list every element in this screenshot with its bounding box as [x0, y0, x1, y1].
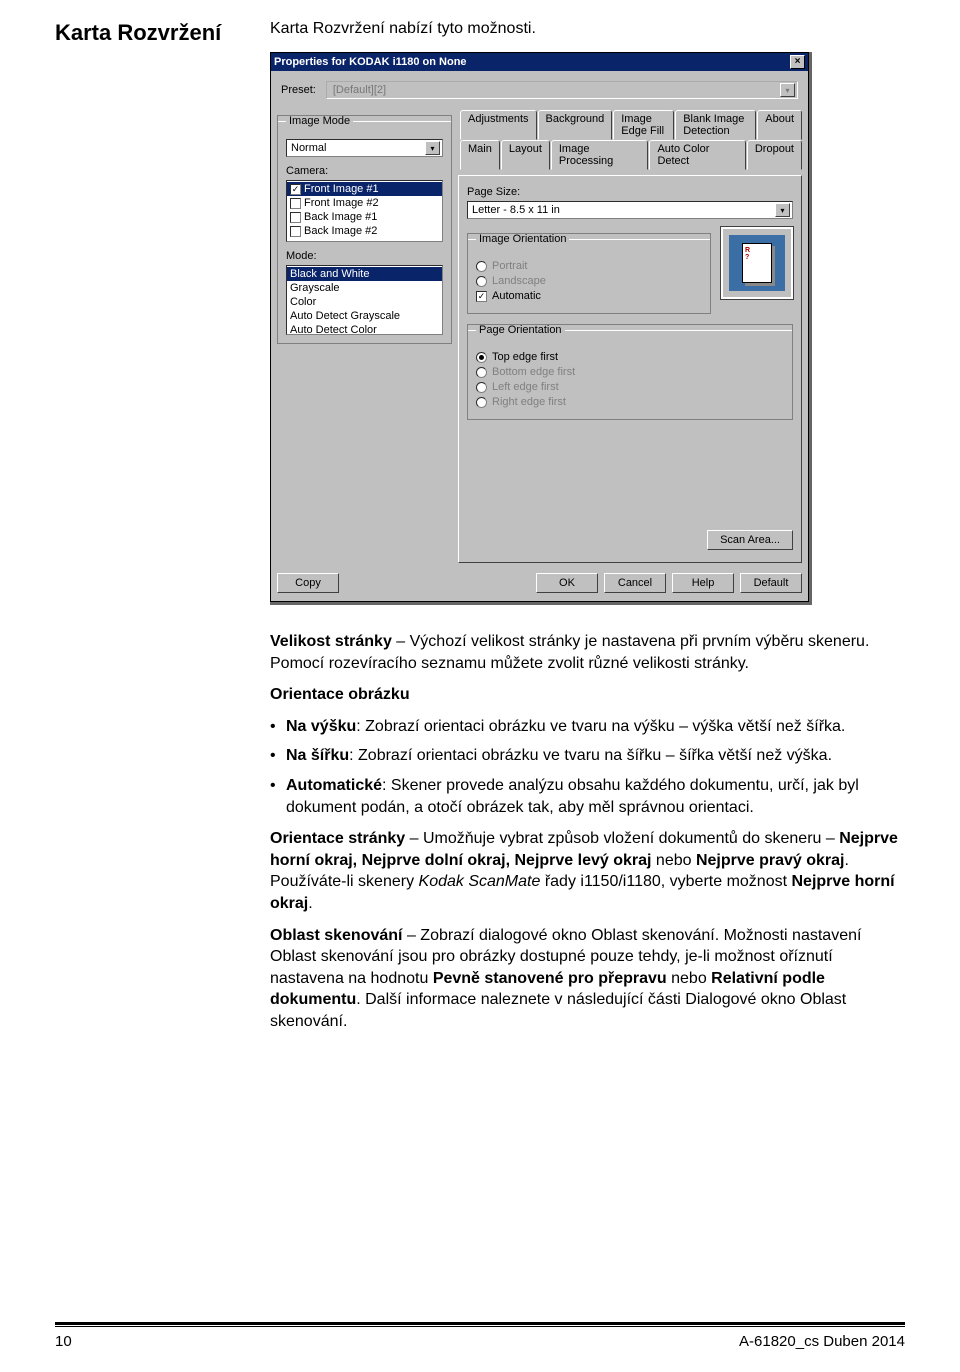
term: Na šířku [286, 747, 349, 764]
intro-text: Karta Rozvržení nabízí tyto možnosti. [270, 20, 905, 38]
orientation-preview: R? [721, 227, 793, 299]
cancel-button[interactable]: Cancel [604, 573, 666, 593]
checkbox-icon[interactable]: ✓ [290, 184, 301, 195]
list-item[interactable]: Black and White [287, 267, 442, 281]
radio-bottom-edge: Bottom edge first [476, 366, 784, 378]
window-title: Properties for KODAK i1180 on None [274, 56, 467, 68]
radio-right-edge: Right edge first [476, 396, 784, 408]
checkbox-icon[interactable]: ✓ [476, 291, 487, 302]
text: . Další informace naleznete v následujíc… [270, 991, 846, 1030]
list-item[interactable]: Back Image #2 [287, 224, 442, 238]
body-text: Velikost stránky – Výchozí velikost strá… [270, 631, 905, 1033]
page-orientation-group: Page Orientation Top edge first Bottom e… [467, 324, 793, 420]
dialog-button-row: Copy OK Cancel Help Default [277, 573, 802, 593]
radio-icon [476, 367, 487, 378]
term: Nejprve pravý okraj [696, 852, 845, 869]
tab-layout[interactable]: Layout [501, 140, 550, 170]
close-icon[interactable]: × [790, 55, 805, 69]
subheading: Orientace obrázku [270, 684, 905, 706]
scan-area-button[interactable]: Scan Area... [707, 530, 793, 550]
camera-listbox[interactable]: ✓Front Image #1 Front Image #2 Back Imag… [286, 180, 443, 242]
help-button[interactable]: Help [672, 573, 734, 593]
text: nebo [651, 852, 695, 869]
checkbox-icon[interactable] [290, 212, 301, 223]
chevron-down-icon[interactable]: ▾ [425, 141, 440, 155]
section-heading: Karta Rozvržení [55, 20, 230, 1043]
page-size-select[interactable]: Letter - 8.5 x 11 in ▾ [467, 201, 793, 219]
tab-background[interactable]: Background [538, 110, 613, 140]
term: Oblast skenování [270, 927, 403, 944]
product-name: Kodak ScanMate [419, 873, 541, 890]
tab-main[interactable]: Main [460, 140, 500, 170]
image-orientation-legend: Image Orientation [476, 233, 569, 245]
radio-icon[interactable] [476, 352, 487, 363]
list-item[interactable]: Grayscale [287, 281, 442, 295]
page-size-value: Letter - 8.5 x 11 in [472, 204, 560, 216]
radio-landscape: Landscape [476, 275, 702, 287]
image-mode-legend: Image Mode [286, 115, 353, 127]
list-item[interactable]: Color [287, 295, 442, 309]
radio-top-edge[interactable]: Top edge first [476, 351, 784, 363]
checkbox-icon[interactable] [290, 226, 301, 237]
radio-icon [476, 261, 487, 272]
text: nebo [667, 970, 711, 987]
page-orientation-legend: Page Orientation [476, 324, 565, 336]
tab-image-processing[interactable]: Image Processing [551, 140, 649, 170]
page-size-label: Page Size: [467, 186, 793, 198]
checkbox-icon[interactable] [290, 198, 301, 209]
list-item[interactable]: Auto Detect Color [287, 323, 442, 337]
text: : Zobrazí orientaci obrázku ve tvaru na … [356, 718, 845, 735]
list-item[interactable]: Back Image #1 [287, 210, 442, 224]
text: . [308, 895, 312, 912]
image-mode-select[interactable]: Normal ▾ [286, 139, 443, 157]
screenshot: Properties for KODAK i1180 on None × Pre… [270, 52, 812, 605]
preset-value: [Default][2] [333, 84, 386, 96]
tab-panel-layout: Page Size: Letter - 8.5 x 11 in ▾ Image … [458, 175, 802, 563]
page-preview-icon: R? [742, 243, 772, 283]
list-item[interactable]: ✓Front Image #1 [287, 182, 442, 196]
preset-label: Preset: [281, 84, 316, 96]
list-item[interactable]: Front Image #2 [287, 196, 442, 210]
term: Orientace stránky [270, 830, 405, 847]
mode-listbox[interactable]: Black and White Grayscale Color Auto Det… [286, 265, 443, 335]
tab-auto-color-detect[interactable]: Auto Color Detect [649, 140, 745, 170]
page-footer: 10 A-61820_cs Duben 2014 [55, 1322, 905, 1350]
radio-icon [476, 397, 487, 408]
image-mode-value: Normal [291, 142, 326, 154]
ok-button[interactable]: OK [536, 573, 598, 593]
chevron-down-icon[interactable]: ▾ [775, 203, 790, 217]
term: Pevně stanovené pro přepravu [433, 970, 667, 987]
text: řady i1150/i1180, vyberte možnost [540, 873, 791, 890]
term: Automatické [286, 777, 382, 794]
dialog-window: Properties for KODAK i1180 on None × Pre… [270, 52, 809, 602]
image-orientation-group: Image Orientation Portrait Landscape ✓Au… [467, 233, 711, 314]
default-button[interactable]: Default [740, 573, 802, 593]
titlebar: Properties for KODAK i1180 on None × [271, 53, 808, 71]
tab-adjustments[interactable]: Adjustments [460, 110, 537, 140]
camera-label: Camera: [286, 165, 443, 177]
radio-icon [476, 382, 487, 393]
doc-id: A-61820_cs Duben 2014 [739, 1333, 905, 1350]
image-mode-group: Image Mode Normal ▾ Camera: ✓Front Image… [277, 115, 452, 344]
chevron-down-icon[interactable]: ▾ [780, 83, 795, 97]
check-automatic[interactable]: ✓Automatic [476, 290, 702, 302]
copy-button[interactable]: Copy [277, 573, 339, 593]
tab-image-edge-fill[interactable]: Image Edge Fill [613, 110, 674, 140]
mode-label: Mode: [286, 250, 443, 262]
tab-dropout[interactable]: Dropout [747, 140, 802, 170]
term: Velikost stránky [270, 633, 392, 650]
text: : Zobrazí orientaci obrázku ve tvaru na … [349, 747, 832, 764]
list-item[interactable]: Auto Detect Grayscale [287, 309, 442, 323]
tab-blank-image[interactable]: Blank Image Detection [675, 110, 756, 140]
tab-about[interactable]: About [757, 110, 802, 140]
tab-strip: Adjustments Background Image Edge Fill B… [458, 109, 802, 169]
radio-portrait: Portrait [476, 260, 702, 272]
term: Na výšku [286, 718, 356, 735]
preset-dropdown[interactable]: [Default][2] ▾ [326, 81, 798, 99]
text: – Umožňuje vybrat způsob vložení dokumen… [405, 830, 839, 847]
radio-left-edge: Left edge first [476, 381, 784, 393]
radio-icon [476, 276, 487, 287]
page-number: 10 [55, 1333, 72, 1350]
